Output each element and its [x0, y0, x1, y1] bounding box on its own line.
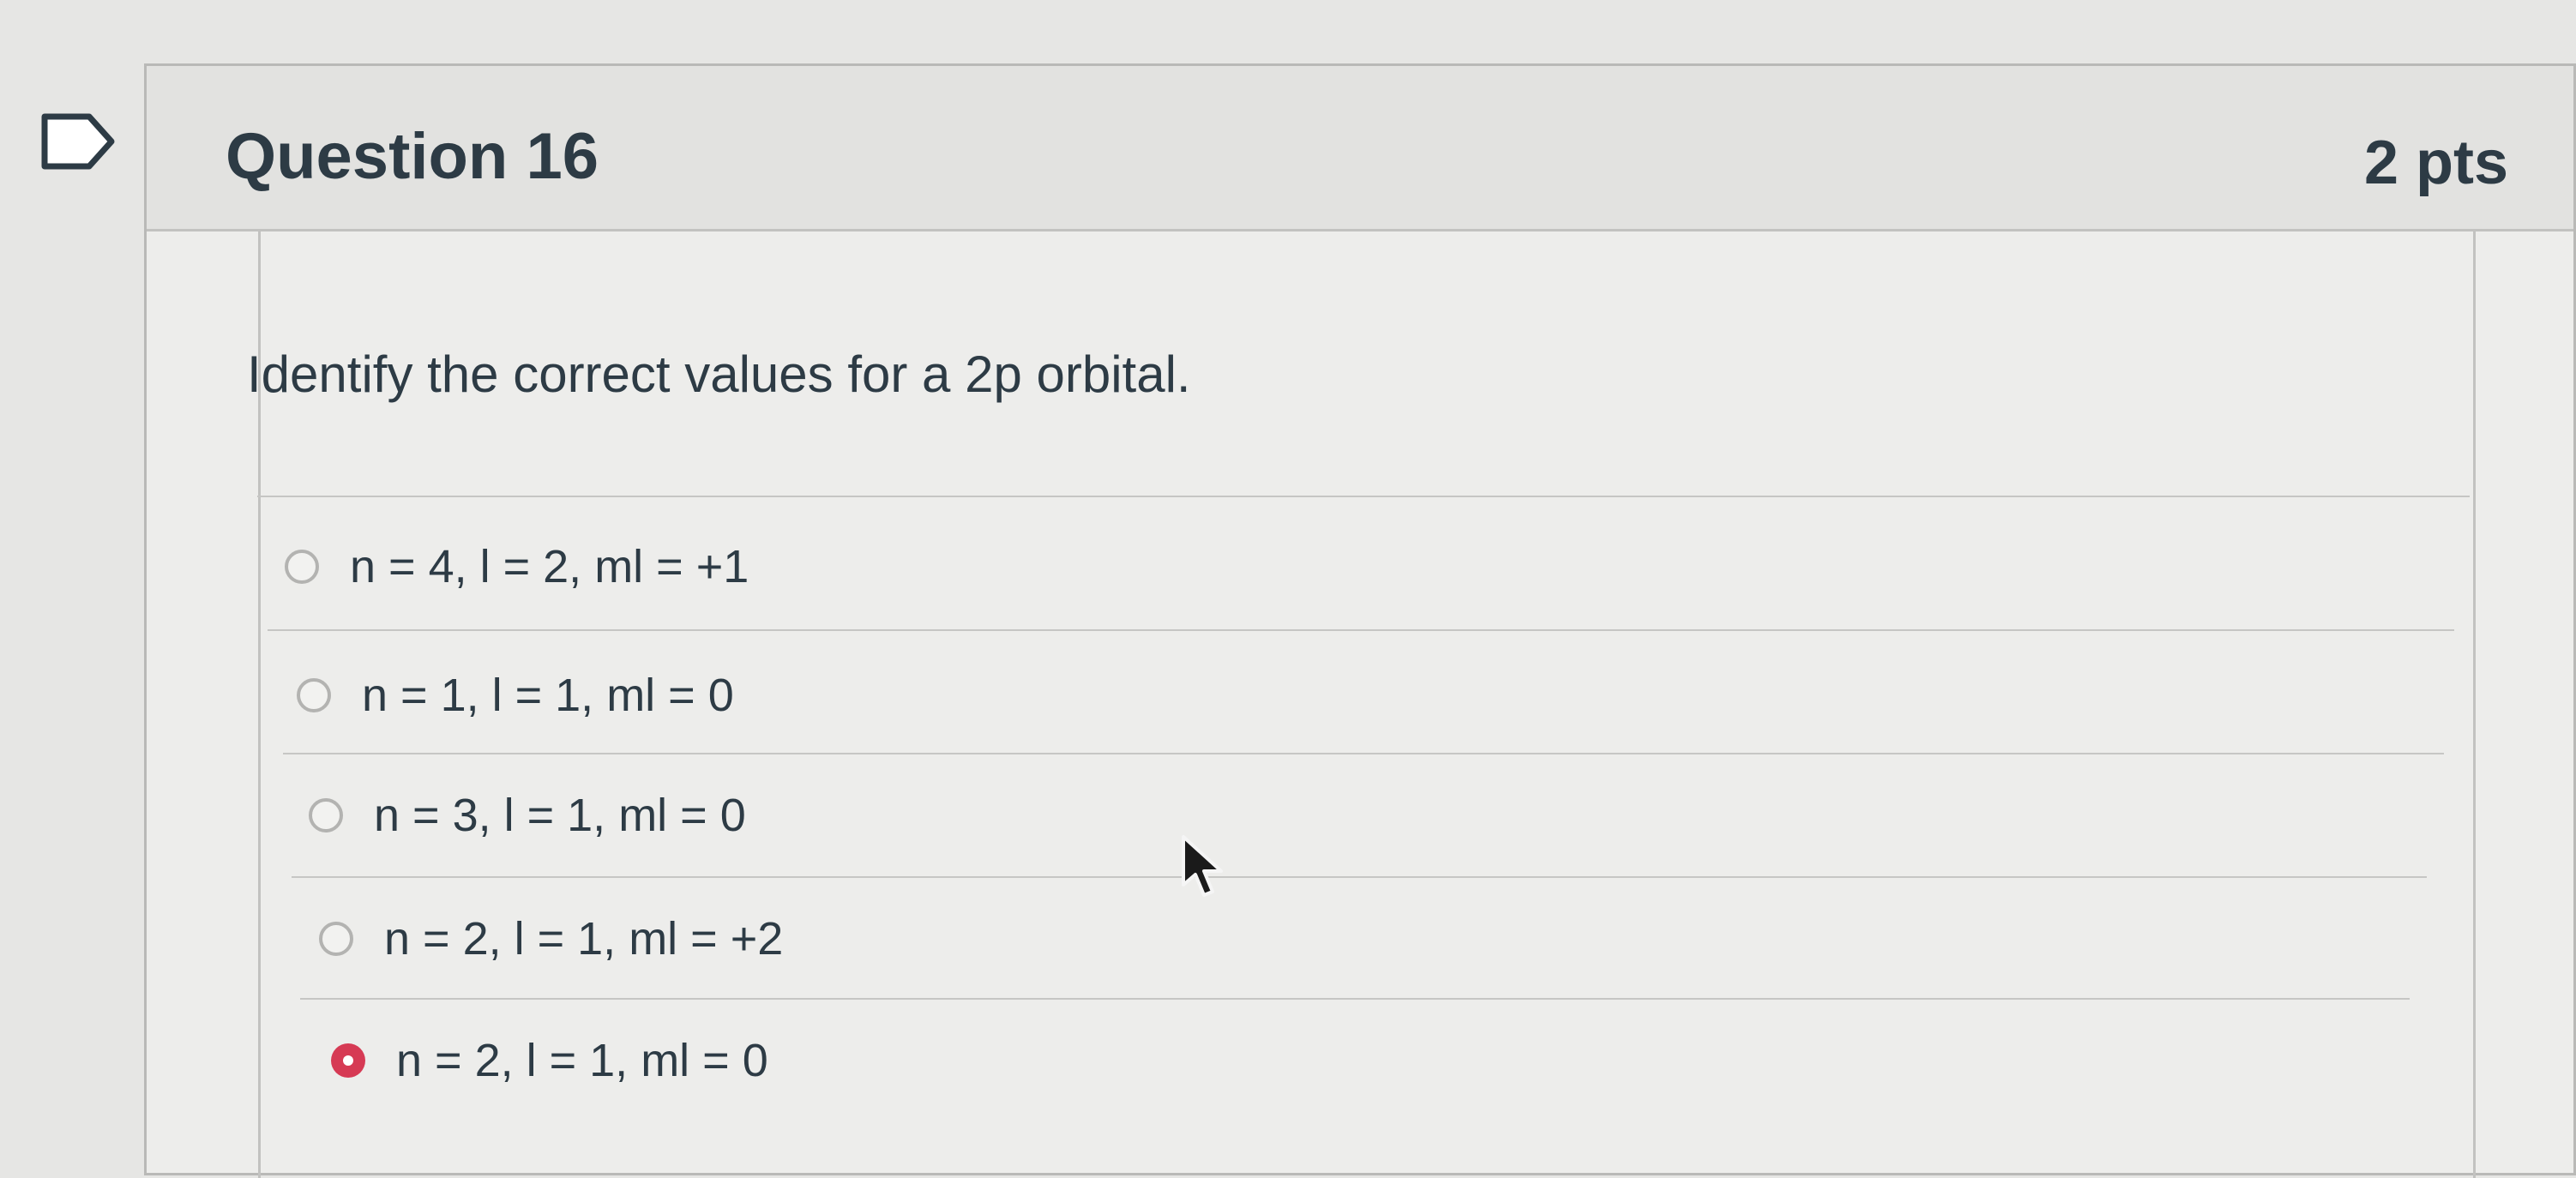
answer-divider — [257, 496, 2470, 497]
answer-label: n = 2, l = 1, ml = 0 — [396, 1035, 768, 1086]
answer-label: n = 2, l = 1, ml = +2 — [384, 913, 784, 965]
answer-divider — [300, 998, 2410, 1000]
question-points: 2 pts — [2363, 129, 2508, 197]
radio-button[interactable] — [309, 798, 343, 832]
answer-option-4[interactable]: n = 2, l = 1, ml = +2 — [319, 912, 783, 965]
answer-divider — [292, 876, 2427, 878]
question-card: Question 16 2 pts — [144, 63, 2576, 1178]
radio-button[interactable] — [285, 550, 319, 584]
question-header: Question 16 2 pts — [147, 66, 2573, 231]
answer-option-1[interactable]: n = 4, l = 2, ml = +1 — [285, 540, 749, 593]
question-title: Question 16 — [226, 120, 599, 193]
mouse-cursor-icon — [1180, 833, 1240, 902]
answer-divider — [283, 753, 2444, 754]
radio-button[interactable] — [297, 678, 331, 712]
answer-label: n = 1, l = 1, ml = 0 — [362, 670, 734, 721]
radio-button-selected[interactable] — [331, 1043, 365, 1078]
answer-option-2[interactable]: n = 1, l = 1, ml = 0 — [297, 669, 734, 722]
answer-option-3[interactable]: n = 3, l = 1, ml = 0 — [309, 789, 746, 842]
answer-label: n = 4, l = 2, ml = +1 — [350, 541, 749, 592]
answer-option-5[interactable]: n = 2, l = 1, ml = 0 — [331, 1034, 768, 1087]
question-text: Identify the correct values for a 2p orb… — [247, 346, 1191, 403]
flag-question-icon[interactable] — [39, 111, 117, 171]
answer-divider — [268, 629, 2454, 631]
radio-button[interactable] — [319, 922, 353, 956]
answer-label: n = 3, l = 1, ml = 0 — [374, 790, 746, 841]
